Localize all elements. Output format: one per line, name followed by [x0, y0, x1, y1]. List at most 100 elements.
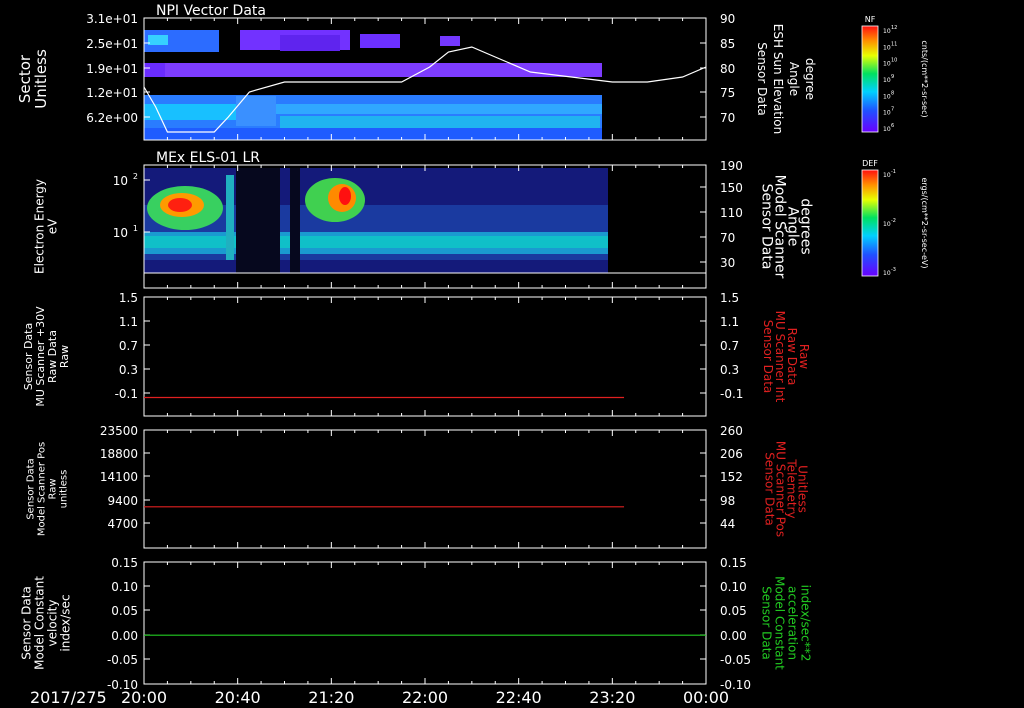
panel4-y-tick-label: 4700: [107, 517, 138, 531]
panel5-y-tick-label: 0.05: [111, 604, 138, 618]
panel4-ylabel: Raw: [48, 478, 59, 499]
colorbar-tick-exponent: 8: [891, 90, 894, 96]
panel3-ylabel: Raw: [58, 345, 71, 368]
panel3-y2-tick-label: 0.7: [720, 339, 739, 353]
colorbar-def: [861, 169, 879, 277]
colorbar-tick-label: 10: [883, 77, 891, 84]
panel5-y-tick-label: -0.05: [107, 653, 138, 667]
time-tick-label: 22:00: [402, 688, 448, 707]
panel3-y-tick-label: 0.7: [119, 339, 138, 353]
npi-heatmap: [144, 30, 602, 140]
panel3-y2label: MU Scanner Int: [773, 311, 787, 403]
panel5-ylabel: Model Constant: [33, 576, 47, 670]
panel3-frame: [143, 296, 707, 417]
colorbar-tick-label: 10: [883, 110, 891, 117]
colorbar-tick-label: 10: [883, 221, 891, 228]
panel5-y2-tick-label: 0.15: [720, 556, 747, 570]
colorbar-tick-label: 10: [883, 126, 891, 133]
panel3-y2-tick-label: 1.1: [720, 315, 739, 329]
colorbar-tick-exponent: 10: [891, 58, 897, 64]
panel3-y-tick-label: 0.3: [119, 363, 138, 377]
panel4-y2label: Unitless: [796, 465, 810, 513]
panel5-y-tick-label: 0.15: [111, 556, 138, 570]
panel3-y2label: Raw: [797, 344, 811, 369]
panel2-y-tick-label: 10: [113, 174, 128, 188]
colorbar-title: NF: [865, 15, 876, 24]
panel2-y-tick-label: 10: [113, 226, 128, 240]
panel2-y2-tick-label: 190: [720, 159, 743, 173]
colorbar-tick-exponent: -3: [891, 267, 896, 273]
panel5-ylabel: Sensor Data: [20, 586, 34, 660]
time-tick-label: 20:00: [121, 688, 167, 707]
colorbar-tick-label: 10: [883, 172, 891, 179]
time-tick-label: 21:20: [308, 688, 354, 707]
panel2-y2-tick-label: 70: [720, 231, 735, 245]
panel3-y2-tick-label: 1.5: [720, 291, 739, 305]
colorbar-tick-exponent: 7: [891, 107, 894, 113]
panel5-ylabel: index/sec: [59, 594, 73, 651]
panel1-y-tick-label: 1.2e+01: [86, 86, 138, 100]
time-tick-label: 22:40: [496, 688, 542, 707]
colorbar-tick-label: 10: [883, 28, 891, 35]
colorbar-unit: ergs/(cm**2-sr-sec-eV): [920, 177, 929, 268]
time-tick-label: 23:20: [589, 688, 635, 707]
panel1-y2label: degree: [803, 58, 817, 100]
colorbar-tick-label: 10: [883, 44, 891, 51]
panel5-y2label: acceleration: [786, 586, 800, 660]
panel5-y2-tick-label: -0.05: [720, 653, 751, 667]
panel1-y2-tick-label: 70: [720, 111, 735, 125]
panel5-y2-tick-label: 0.05: [720, 604, 747, 618]
colorbar-nf: [861, 25, 879, 133]
panel4-y-tick-label: 23500: [100, 424, 138, 438]
panel2-ylabel: Electron Energy: [33, 179, 47, 274]
panel1-y-tick-label: 2.5e+01: [86, 37, 138, 51]
panel2-y2-tick-label: 110: [720, 206, 743, 220]
panel4-ylabel: unitless: [59, 470, 70, 509]
panel5-y2-tick-label: 0.00: [720, 629, 747, 643]
panel2-y-tick-exponent: 1: [133, 224, 138, 233]
panel1-y2-tick-label: 75: [720, 86, 735, 100]
panel4-y-tick-label: 18800: [100, 447, 138, 461]
panel3-y-tick-label: 1.5: [119, 291, 138, 305]
panel1-y-tick-label: 3.1e+01: [86, 12, 138, 26]
panel4-ylabel: Sensor Data: [26, 458, 37, 519]
panel3-y2label: Raw Data: [785, 328, 799, 386]
panel2-y2-tick-label: 150: [720, 181, 743, 195]
panel5-y2label: index/sec**2: [799, 585, 813, 662]
panel1-y2label: Angle: [787, 62, 801, 96]
panel2-title: MEx ELS-01 LR: [156, 150, 260, 166]
panel4-y-tick-label: 9400: [107, 494, 138, 508]
panel1-y-tick-label: 6.2e+00: [86, 111, 138, 125]
date-label: 2017/275: [30, 688, 107, 707]
panel3-y-tick-label: 1.1: [119, 315, 138, 329]
colorbar-tick-exponent: 11: [891, 41, 897, 47]
colorbar-tick-exponent: 9: [891, 74, 894, 80]
panel1-y2label: ESH Sun Elevation: [771, 24, 785, 134]
panel1-y2-tick-label: 80: [720, 62, 735, 76]
panel4-y2-tick-label: 206: [720, 447, 743, 461]
panel4-y2-tick-label: 98: [720, 494, 735, 508]
panel5-y2label: Sensor Data: [760, 586, 774, 660]
colorbar-tick-label: 10: [883, 93, 891, 100]
panel1-ylabel: Unitless: [32, 49, 50, 109]
colorbar-tick-exponent: 6: [891, 123, 894, 129]
colorbar-tick-label: 10: [883, 270, 891, 277]
panel1-y2label: Sensor Data: [755, 42, 769, 116]
time-tick-label: 00:00: [683, 688, 729, 707]
panel3-y-tick-label: -0.1: [115, 387, 138, 401]
panel4-y-tick-label: 14100: [100, 470, 138, 484]
colorbar-tick-exponent: -2: [891, 218, 896, 224]
panel2-y-tick-exponent: 2: [133, 172, 138, 181]
colorbar-tick-label: 10: [883, 61, 891, 68]
panel4-y2-tick-label: 260: [720, 424, 743, 438]
panel4-y2-tick-label: 44: [720, 517, 735, 531]
colorbar-tick-exponent: 12: [891, 25, 897, 31]
els-heatmap: [144, 168, 706, 274]
panel5-ylabel: velocity: [46, 600, 60, 647]
time-tick-label: 20:40: [215, 688, 261, 707]
panel3-y2label: Sensor Data: [761, 320, 775, 394]
panel5-y2label: Model Constant: [773, 576, 787, 670]
panel2-ylabel: eV: [46, 218, 60, 234]
panel4-ylabel: Model Scanner Pos: [37, 442, 48, 536]
panel1-title: NPI Vector Data: [156, 3, 266, 19]
